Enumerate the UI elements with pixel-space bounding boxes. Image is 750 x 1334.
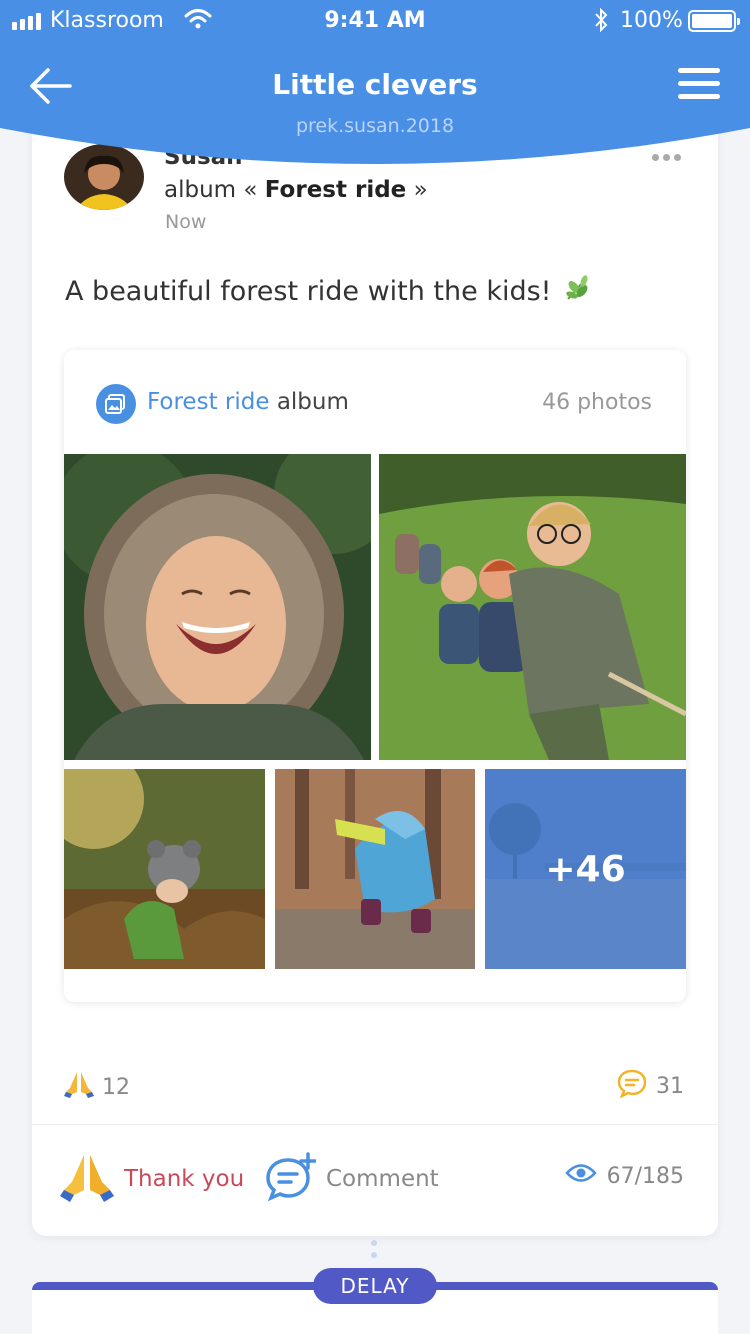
comment-label: Comment: [326, 1166, 439, 1192]
battery-icon: [688, 10, 740, 32]
album-link[interactable]: Forest ride: [147, 389, 270, 415]
praying-hands-icon: [64, 1070, 94, 1104]
view-count-value: 67/185: [606, 1163, 684, 1189]
thank-you-button[interactable]: Thank you: [60, 1152, 244, 1206]
album-photo[interactable]: [64, 769, 265, 969]
more-photos-count: +46: [545, 848, 626, 890]
album-preview[interactable]: Forest ride album 46 photos +46: [64, 350, 686, 1002]
photo-count: 46 photos: [542, 390, 652, 415]
post-album-title[interactable]: Forest ride: [265, 177, 407, 203]
view-count[interactable]: 67/185: [564, 1162, 684, 1190]
comment-bubble-icon: [616, 1068, 648, 1104]
post-album-line: album « Forest ride »: [164, 177, 428, 203]
page-title: Little clevers: [272, 68, 478, 101]
album-photo[interactable]: [379, 454, 686, 760]
praying-hands-icon: [60, 1152, 114, 1206]
comment-count[interactable]: 31: [616, 1068, 684, 1104]
thank-you-label: Thank you: [124, 1166, 245, 1192]
reaction-count[interactable]: 12: [64, 1070, 130, 1104]
timeline-dots: [371, 1240, 377, 1264]
leaf-icon: [562, 273, 592, 310]
add-comment-icon: [264, 1152, 317, 1206]
hamburger-menu-icon[interactable]: [678, 68, 720, 102]
status-bar: Klassroom 9:41 AM 100%: [0, 0, 750, 44]
post-card: Susan album « Forest ride » Now A beauti…: [32, 110, 718, 1236]
reaction-count-value: 12: [102, 1074, 130, 1100]
album-prefix: album «: [164, 177, 258, 203]
album-photo[interactable]: [275, 769, 475, 969]
post-text: A beautiful forest ride with the kids!: [65, 276, 552, 307]
album-suffix: »: [413, 177, 428, 203]
album-label-suffix: album: [276, 389, 349, 415]
post-body: A beautiful forest ride with the kids!: [65, 273, 592, 310]
app-header: Klassroom 9:41 AM 100% Little clevers pr…: [0, 0, 750, 170]
album-photo[interactable]: [64, 454, 371, 760]
delay-badge: DELAY: [313, 1268, 437, 1304]
bluetooth-icon: [594, 7, 608, 39]
battery-percent: 100%: [620, 8, 683, 33]
comment-count-value: 31: [656, 1073, 684, 1099]
post-timestamp: Now: [165, 211, 207, 233]
eye-icon: [564, 1162, 597, 1190]
photo-album-icon: [96, 384, 136, 424]
action-divider: [32, 1124, 718, 1125]
more-photos-tile[interactable]: +46: [485, 769, 686, 969]
comment-button[interactable]: Comment: [264, 1152, 439, 1206]
album-name: Forest ride album: [147, 389, 349, 415]
page-subtitle: prek.susan.2018: [295, 115, 455, 137]
